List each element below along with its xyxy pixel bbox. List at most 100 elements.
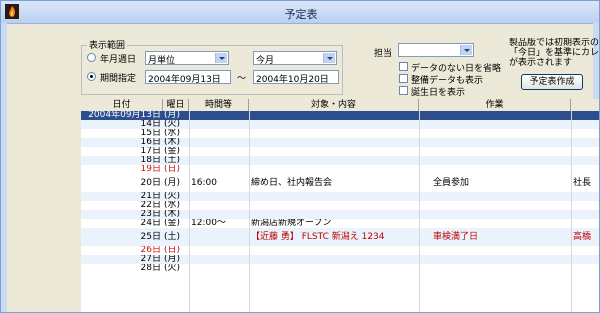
cell-content — [249, 156, 419, 165]
cell-date: 27日 — [140, 255, 161, 264]
month-select[interactable]: 今月 — [253, 51, 337, 66]
trial-note: 製品版では初期表示の範 「今日」を基準にカレンダ が表示されます — [509, 38, 599, 68]
table-row[interactable]: 18日 (土) — [81, 156, 599, 165]
cell-weekday: (月) — [164, 111, 181, 120]
show-birthday-label: 誕生日を表示 — [411, 88, 466, 98]
table-row[interactable]: 23日 (木) — [81, 210, 599, 219]
radio-month-week-day-label: 年月週日 — [100, 55, 137, 65]
app-window: 予定表 表示範囲 年月週日 月単位 今月 期間指定 2004年09月13日 〜 … — [0, 0, 600, 313]
cell-content — [249, 210, 419, 219]
cell-extra — [571, 192, 599, 201]
cell-work — [419, 165, 571, 174]
window-frame-left — [1, 23, 7, 312]
cell-work — [419, 120, 571, 129]
header-date[interactable]: 日付 — [81, 99, 163, 111]
cell-date: 21日 — [140, 192, 161, 201]
cell-date: 28日 — [140, 264, 161, 273]
header-weekday[interactable]: 曜日 — [163, 99, 189, 111]
header-time[interactable]: 時間等 — [189, 99, 249, 111]
cell-content: 新潟店新規オープン — [251, 219, 332, 228]
cell-weekday: (月) — [164, 255, 181, 264]
chevron-down-icon[interactable] — [215, 53, 227, 63]
create-schedule-button[interactable]: 予定表作成 — [521, 74, 583, 90]
cell-date: 16日 — [140, 138, 161, 147]
cell-content — [249, 111, 419, 120]
range-group-label: 表示範囲 — [87, 38, 128, 51]
cell-weekday: (火) — [164, 264, 181, 273]
cell-weekday: (水) — [164, 129, 181, 138]
cell-work — [419, 246, 571, 255]
cell-date: 24日 — [140, 219, 161, 228]
chevron-down-icon[interactable] — [460, 45, 472, 55]
cell-weekday: (木) — [164, 138, 181, 147]
header-work[interactable]: 作業 — [419, 99, 571, 111]
table-row[interactable]: 26日 (日) — [81, 246, 599, 255]
table-row[interactable]: 21日 (火) — [81, 192, 599, 201]
chevron-down-icon[interactable] — [323, 53, 335, 63]
window-title: 予定表 — [284, 8, 318, 21]
table-row[interactable]: 14日 (火) — [81, 120, 599, 129]
cell-extra — [571, 219, 599, 228]
table-row[interactable]: 19日 (日) — [81, 165, 599, 174]
table-row[interactable]: 25日 (土) 【近藤 勇】 FLSTC 新潟え 1234 車検満了日 高橋 — [81, 228, 599, 246]
show-birthday-checkbox[interactable] — [399, 86, 408, 95]
table-row[interactable]: 27日 (月) — [81, 255, 599, 264]
column-divider — [249, 111, 250, 312]
cell-weekday: (木) — [164, 210, 181, 219]
cell-content — [249, 192, 419, 201]
cell-work — [419, 210, 571, 219]
cell-work — [419, 255, 571, 264]
cell-time — [189, 264, 249, 273]
cell-weekday: (土) — [164, 156, 181, 165]
table-row[interactable]: 20日 (月) 16:00 締め日、社内報告会 全員参加 社長 — [81, 174, 599, 192]
title-bar: 予定表 — [1, 1, 599, 24]
cell-date: 22日 — [140, 201, 161, 210]
cell-extra — [571, 138, 599, 147]
table-row[interactable]: 17日 (金) — [81, 147, 599, 156]
radio-month-week-day[interactable] — [87, 53, 96, 62]
cell-extra: 高橋 — [573, 232, 592, 242]
cell-weekday: (土) — [164, 232, 181, 242]
cell-date: 23日 — [140, 210, 161, 219]
column-divider — [419, 111, 420, 312]
end-date-value: 2004年10月20日 — [256, 75, 329, 85]
table-row[interactable]: 2004年09月13日 (月) — [81, 111, 599, 120]
radio-period[interactable] — [87, 72, 96, 81]
start-date-value: 2004年09月13日 — [148, 75, 221, 85]
cell-content — [249, 138, 419, 147]
cell-content: 締め日、社内報告会 — [251, 178, 333, 188]
cell-extra: 社長 — [573, 178, 592, 188]
cell-work — [419, 192, 571, 201]
cell-extra — [571, 201, 599, 210]
header-extra[interactable] — [571, 99, 599, 111]
unit-select[interactable]: 月単位 — [145, 51, 229, 66]
show-repair-checkbox[interactable] — [399, 74, 408, 83]
start-date-input[interactable]: 2004年09月13日 — [145, 70, 231, 85]
cell-time — [189, 120, 249, 129]
cell-extra — [571, 111, 599, 120]
cell-date: 14日 — [140, 120, 161, 129]
cell-date: 20日 — [140, 178, 161, 188]
unit-select-value: 月単位 — [148, 56, 176, 66]
cell-work — [419, 264, 571, 273]
range-tilde: 〜 — [237, 74, 247, 84]
cell-extra — [571, 129, 599, 138]
cell-content — [249, 246, 419, 255]
cell-extra — [571, 246, 599, 255]
table-row[interactable]: 22日 (水) — [81, 201, 599, 210]
cell-extra — [571, 210, 599, 219]
cell-time — [189, 192, 249, 201]
cell-time — [189, 201, 249, 210]
header-content[interactable]: 対象・内容 — [249, 99, 419, 111]
cell-content — [249, 120, 419, 129]
cell-weekday: (月) — [164, 178, 181, 188]
table-row[interactable]: 16日 (木) — [81, 138, 599, 147]
table-row[interactable]: 28日 (火) — [81, 264, 599, 273]
end-date-input[interactable]: 2004年10月20日 — [253, 70, 339, 85]
table-row[interactable]: 15日 (水) — [81, 129, 599, 138]
cell-weekday: (水) — [164, 201, 181, 210]
table-row[interactable]: 24日 (金) 12:00〜 新潟店新規オープン — [81, 219, 599, 228]
cell-work: 車検満了日 — [433, 232, 479, 242]
hide-empty-checkbox[interactable] — [399, 62, 408, 71]
assignee-select[interactable] — [398, 43, 474, 57]
